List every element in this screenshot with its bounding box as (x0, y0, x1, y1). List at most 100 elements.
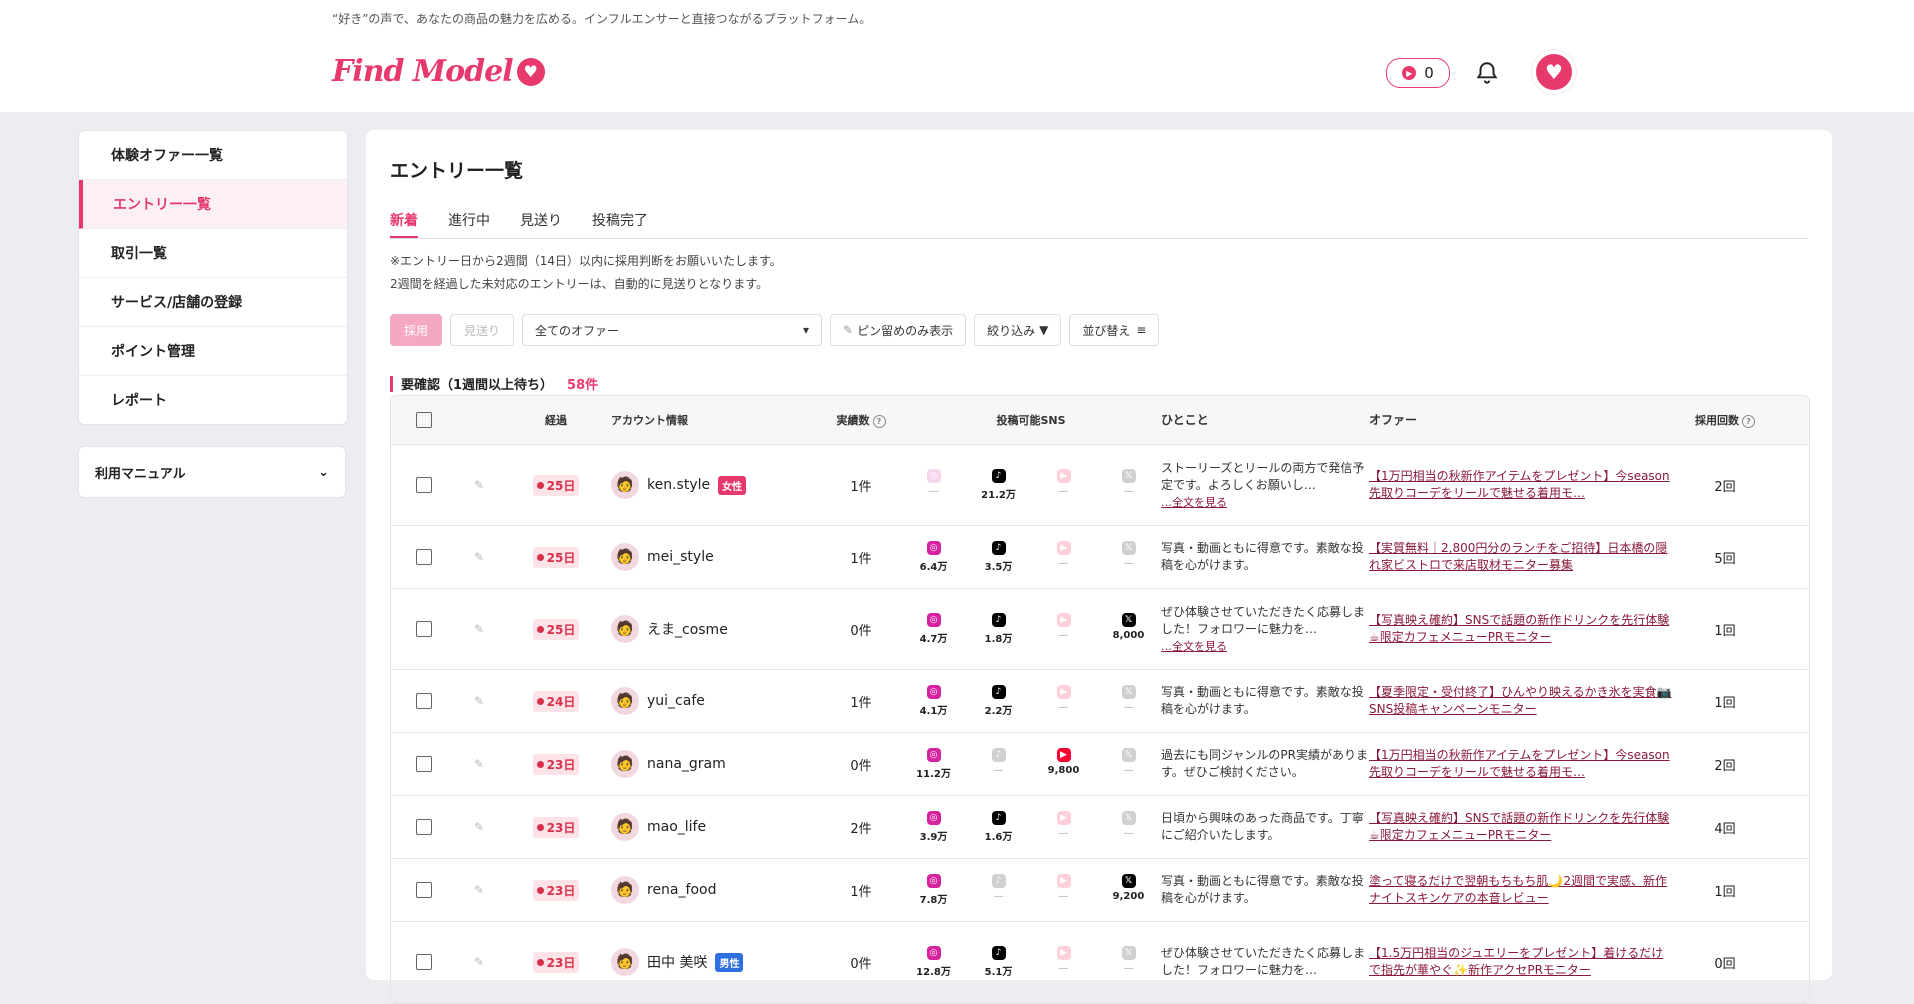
table-row[interactable]: ✎ 25日 🧑 ken.style 女性 1件 ◎ — ♪ 21.2万 ▶ — … (391, 445, 1809, 526)
table-row[interactable]: ✎ 23日 🧑 田中 美咲 男性 0件 ◎ 12.8万 ♪ 5.1万 ▶ — 𝕏… (391, 922, 1809, 1003)
youtube-followers: — (1058, 702, 1069, 713)
hire-count: 1回 (1714, 623, 1736, 639)
account-name[interactable]: yui_cafe (647, 693, 705, 709)
pin-icon[interactable]: ✎ (457, 757, 501, 771)
tiktok-icon: ♪ (991, 685, 1006, 699)
avatar[interactable]: 🧑 (611, 687, 639, 715)
table-row[interactable]: ✎ 25日 🧑 mei_style 1件 ◎ 6.4万 ♪ 3.5万 ▶ — 𝕏… (391, 526, 1809, 589)
show-full-link[interactable]: …全文を見る (1161, 496, 1227, 509)
youtube-followers: — (1058, 891, 1069, 902)
offer-link[interactable]: 【写真映え確約】SNSで話題の新作ドリンクを先行体験☕限定カフェメニューPRモニ… (1369, 613, 1669, 644)
tab-bar: 新着 進行中 見送り 投稿完了 (390, 204, 1808, 239)
avatar[interactable]: 🧑 (611, 876, 639, 904)
tab-posted[interactable]: 投稿完了 (592, 204, 648, 238)
table-row[interactable]: ✎ 25日 🧑 えま_cosme 0件 ◎ 4.7万 ♪ 1.8万 ▶ — 𝕏 … (391, 589, 1809, 670)
avatar[interactable]: 🧑 (611, 813, 639, 841)
sidebar-item-offers[interactable]: 体験オファー一覧 (79, 131, 347, 180)
account-name[interactable]: mei_style (647, 549, 714, 565)
tab-new[interactable]: 新着 (390, 204, 418, 238)
avatar[interactable]: 🧑 (611, 948, 639, 976)
avatar[interactable]: 🧑 (611, 471, 639, 499)
sidebar-item-entries[interactable]: エントリー一覧 (79, 180, 347, 229)
filter-button[interactable]: 絞り込み ▼ (974, 314, 1062, 346)
show-full-link[interactable]: …全文を見る (1161, 640, 1227, 653)
table-row[interactable]: ✎ 23日 🧑 mao_life 2件 ◎ 3.9万 ♪ 1.6万 ▶ — 𝕏 … (391, 796, 1809, 859)
row-checkbox[interactable] (416, 882, 432, 898)
help-icon[interactable]: ? (872, 415, 886, 428)
account-name[interactable]: えま_cosme (647, 619, 728, 639)
instagram-followers: 4.7万 (919, 634, 948, 645)
offer-select-value: 全てのオファー (535, 323, 620, 338)
tiktok-icon: ♪ (991, 613, 1006, 627)
pin-icon[interactable]: ✎ (457, 883, 501, 897)
sns-youtube: ▶ — (1031, 541, 1096, 573)
table-row[interactable]: ✎ 24日 🧑 yui_cafe 1件 ◎ 4.1万 ♪ 2.2万 ▶ — 𝕏 … (391, 670, 1809, 733)
sidebar-item-points[interactable]: ポイント管理 (79, 327, 347, 376)
avatar[interactable]: 🧑 (611, 750, 639, 778)
avatar[interactable]: 🧑 (611, 543, 639, 571)
avatar[interactable]: 🧑 (611, 615, 639, 643)
account-name[interactable]: ken.style (647, 477, 710, 493)
offer-link[interactable]: 塗って寝るだけで翌朝もちもち肌🌙2週間で実感、新作ナイトスキンケアの本音レビュー (1369, 874, 1667, 905)
table-row[interactable]: ✎ 23日 🧑 nana_gram 0件 ◎ 11.2万 ♪ — ▶ 9,800… (391, 733, 1809, 796)
row-checkbox[interactable] (416, 621, 432, 637)
row-checkbox[interactable] (416, 549, 432, 565)
row-checkbox[interactable] (416, 477, 432, 493)
logo[interactable]: Find Model ♥ (332, 54, 545, 89)
pin-icon[interactable]: ✎ (457, 820, 501, 834)
account-name[interactable]: mao_life (647, 819, 706, 835)
account-name[interactable]: rena_food (647, 882, 716, 898)
row-checkbox[interactable] (416, 756, 432, 772)
elapsed-days: 23日 (546, 820, 576, 835)
pin-icon[interactable]: ✎ (457, 955, 501, 969)
tab-skipped[interactable]: 見送り (520, 204, 562, 238)
pin-icon[interactable]: ✎ (457, 694, 501, 708)
youtube-icon: ▶ (1056, 685, 1071, 699)
notice-line: ※エントリー日から2週間（14日）以内に採用判断をお願いいたします。 (390, 254, 782, 268)
row-checkbox[interactable] (416, 819, 432, 835)
pin-icon[interactable]: ✎ (457, 478, 501, 492)
select-all-checkbox[interactable] (416, 412, 432, 428)
col-offer: オファー (1369, 412, 1418, 427)
row-checkbox[interactable] (416, 693, 432, 709)
elapsed-days: 23日 (546, 757, 576, 772)
sns-tiktok: ♪ — (966, 748, 1031, 780)
pin-only-label: ピン留めのみ表示 (857, 323, 954, 338)
adopt-button[interactable]: 採用 (390, 314, 442, 346)
pin-icon[interactable]: ✎ (457, 622, 501, 636)
instagram-icon: ◎ (926, 541, 941, 555)
tiktok-followers: 21.2万 (981, 490, 1016, 501)
pin-icon: ✎ (843, 323, 854, 337)
offer-link[interactable]: 【写真映え確約】SNSで話題の新作ドリンクを先行体験☕限定カフェメニューPRモニ… (1369, 811, 1669, 842)
account-name[interactable]: 田中 美咲 (647, 952, 707, 972)
manual-label: 利用マニュアル (95, 466, 186, 482)
bell-icon[interactable] (1474, 60, 1500, 86)
account-name[interactable]: nana_gram (647, 756, 726, 772)
row-checkbox[interactable] (416, 954, 432, 970)
offer-link[interactable]: 【夏季限定・受付終了】ひんやり映えるかき氷を実食📷SNS投稿キャンペーンモニター (1369, 685, 1672, 716)
tab-in-progress[interactable]: 進行中 (448, 204, 490, 238)
user-avatar[interactable]: ♥ (1532, 50, 1576, 94)
sort-button[interactable]: 並び替え ≡ (1069, 314, 1160, 346)
offer-link[interactable]: 【実質無料｜2,800円分のランチをご招待】日本橋の隠れ家ビストロで来店取材モニ… (1369, 541, 1667, 572)
skip-button[interactable]: 見送り (450, 314, 514, 346)
offer-link[interactable]: 【1万円相当の秋新作アイテムをプレゼント】今season先取りコーデをリールで魅… (1369, 469, 1670, 500)
heart-avatar-icon: ♥ (1536, 54, 1572, 90)
points-badge[interactable]: ▶ 0 (1386, 58, 1450, 88)
x-icon: 𝕏 (1121, 946, 1136, 960)
sidebar-item-report[interactable]: レポート (79, 376, 347, 424)
sns-instagram: ◎ 4.1万 (901, 685, 966, 717)
offer-select[interactable]: 全てのオファー ▾ (522, 314, 822, 346)
sidebar-item-register[interactable]: サービス/店舗の登録 (79, 278, 347, 327)
help-icon[interactable]: ? (1742, 415, 1755, 428)
results-count: 2件 (850, 821, 872, 837)
sidebar-item-deals[interactable]: 取引一覧 (79, 229, 347, 278)
pin-icon[interactable]: ✎ (457, 550, 501, 564)
hire-count: 2回 (1714, 479, 1736, 495)
table-row[interactable]: ✎ 23日 🧑 rena_food 1件 ◎ 7.8万 ♪ — ▶ — 𝕏 9,… (391, 859, 1809, 922)
message-text: 過去にも同ジャンルのPR実績があります。ぜひご検討ください。 (1161, 748, 1368, 779)
offer-link[interactable]: 【1万円相当の秋新作アイテムをプレゼント】今season先取りコーデをリールで魅… (1369, 748, 1670, 779)
alert-dot-icon (536, 760, 544, 768)
pin-only-button[interactable]: ✎ ピン留めのみ表示 (830, 314, 967, 346)
manual-dropdown[interactable]: 利用マニュアル ⌄ (78, 446, 346, 498)
